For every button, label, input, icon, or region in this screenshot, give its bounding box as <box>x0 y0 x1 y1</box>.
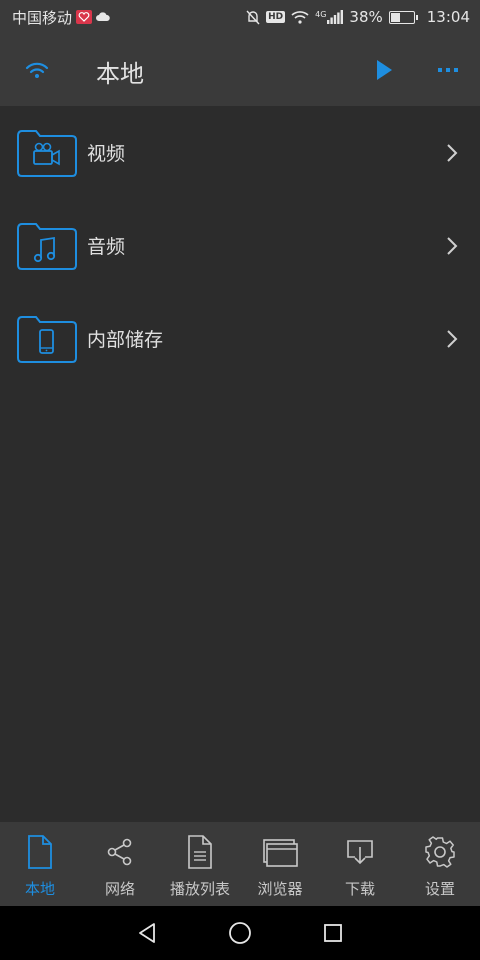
nav-label: 浏览器 <box>257 880 303 898</box>
battery-percent: 38% <box>349 8 383 26</box>
wifi-status-icon <box>291 10 309 24</box>
signal-icon: 4G <box>315 10 344 24</box>
cloud-icon <box>96 12 110 22</box>
status-bar: 中国移动 HD 4G 38% 13:04 <box>0 0 480 34</box>
list-item-storage[interactable]: 内部储存 <box>0 292 480 385</box>
playlist-icon <box>180 832 220 872</box>
nav-label: 网络 <box>104 880 135 898</box>
home-icon[interactable] <box>225 918 255 948</box>
carrier-name: 中国移动 <box>12 8 73 27</box>
chevron-right-icon <box>444 142 460 164</box>
heart-icon <box>76 10 93 24</box>
video-folder-icon <box>16 128 78 178</box>
nav-label: 设置 <box>424 880 455 898</box>
nav-settings[interactable]: 设置 <box>400 822 480 906</box>
nav-network[interactable]: 网络 <box>80 822 160 906</box>
nav-label: 下载 <box>344 880 375 898</box>
bottom-nav: 本地 网络 播放列表 浏览器 下载 设置 <box>0 822 480 906</box>
share-icon <box>100 832 140 872</box>
list-item-label: 视频 <box>87 143 126 165</box>
file-icon <box>20 832 60 872</box>
hd-badge: HD <box>266 11 286 23</box>
nav-label: 本地 <box>24 880 55 898</box>
play-icon[interactable] <box>372 56 396 84</box>
back-icon[interactable] <box>132 918 162 948</box>
recents-icon[interactable] <box>318 918 348 948</box>
list-item-label: 内部储存 <box>87 329 164 351</box>
status-right: HD 4G 38% 13:04 <box>246 8 470 26</box>
local-list: 视频 音频 内部储存 <box>0 106 480 385</box>
list-item-audio[interactable]: 音频 <box>0 199 480 292</box>
browser-icon <box>260 832 300 872</box>
phone-folder-icon <box>16 314 78 364</box>
nav-download[interactable]: 下载 <box>320 822 400 906</box>
app-bar: 本地 <box>0 34 480 106</box>
chevron-right-icon <box>444 235 460 257</box>
page-title: 本地 <box>96 60 144 88</box>
music-folder-icon <box>16 221 78 271</box>
system-nav-bar <box>0 906 480 960</box>
nav-playlist[interactable]: 播放列表 <box>160 822 240 906</box>
download-icon <box>340 832 380 872</box>
gear-icon <box>420 832 460 872</box>
chevron-right-icon <box>444 328 460 350</box>
nav-browser[interactable]: 浏览器 <box>240 822 320 906</box>
clock: 13:04 <box>426 8 470 26</box>
list-item-video[interactable]: 视频 <box>0 106 480 199</box>
nav-local[interactable]: 本地 <box>0 822 80 906</box>
network-type: 4G <box>315 10 327 19</box>
battery-fill <box>390 12 400 22</box>
list-item-label: 音频 <box>87 236 126 258</box>
wifi-icon[interactable] <box>22 56 52 84</box>
status-left: 中国移动 <box>12 7 110 28</box>
more-icon[interactable] <box>430 56 466 84</box>
battery-icon <box>388 10 418 24</box>
nav-label: 播放列表 <box>169 880 230 898</box>
mute-icon <box>246 10 260 25</box>
